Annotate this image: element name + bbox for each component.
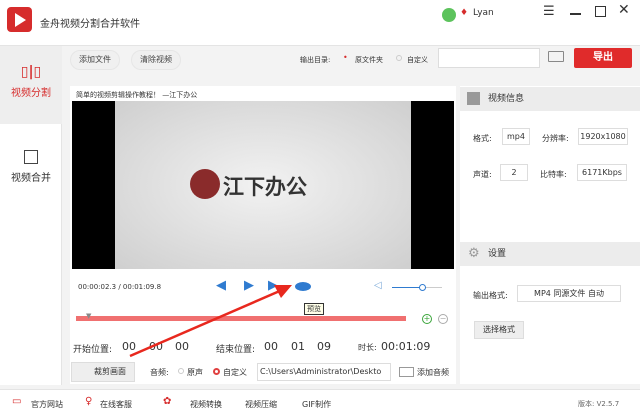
version: 版本: V2.5.7 <box>578 400 620 408</box>
website-link[interactable]: 官方网站 <box>31 399 63 410</box>
gif-link[interactable]: GIF制作 <box>302 399 331 410</box>
support-icon: ♀ <box>85 396 93 407</box>
compress-link[interactable]: 视频压缩 <box>245 399 277 410</box>
bottom-bar: ▭ 官方网站 ♀ 在线客服 ✿ 视频转换 视频压缩 GIF制作 版本: V2.5… <box>0 389 640 416</box>
support-link[interactable]: 在线客服 <box>100 399 132 410</box>
convert-icon: ✿ <box>163 396 172 407</box>
annotation-arrow <box>129 285 292 358</box>
convert-link[interactable]: 视频转换 <box>190 399 222 410</box>
website-icon: ▭ <box>12 396 22 407</box>
